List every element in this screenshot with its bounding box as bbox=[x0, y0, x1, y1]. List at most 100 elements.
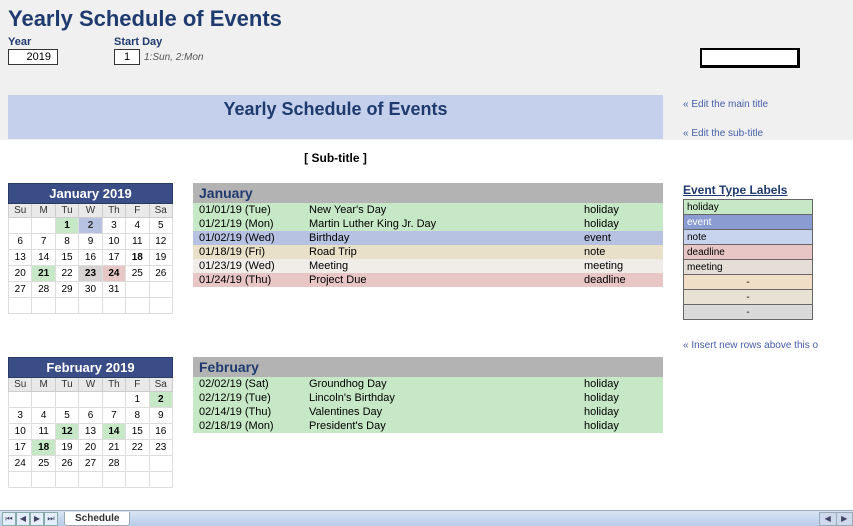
cal-day-cell[interactable]: 12 bbox=[149, 234, 172, 250]
cal-day-cell[interactable] bbox=[102, 392, 125, 408]
cal-day-cell[interactable]: 15 bbox=[55, 250, 78, 266]
cal-day-cell[interactable]: 18 bbox=[126, 250, 149, 266]
event-type-label[interactable]: - bbox=[684, 305, 813, 320]
year-input[interactable]: 2019 bbox=[8, 49, 58, 65]
cal-day-cell[interactable]: 13 bbox=[9, 250, 32, 266]
mini-calendar-february[interactable]: February 2019 SuMTuWThFSa 12345678910111… bbox=[8, 357, 173, 488]
cal-day-cell[interactable]: 22 bbox=[126, 440, 149, 456]
event-row[interactable]: 02/02/19 (Sat)Groundhog Dayholiday bbox=[193, 377, 663, 391]
cal-day-cell[interactable]: 13 bbox=[79, 424, 102, 440]
event-type-label[interactable]: holiday bbox=[684, 200, 813, 215]
cal-day-cell[interactable]: 25 bbox=[126, 266, 149, 282]
cal-day-cell[interactable]: 15 bbox=[126, 424, 149, 440]
cal-day-cell[interactable]: 2 bbox=[79, 218, 102, 234]
cal-day-cell[interactable]: 22 bbox=[55, 266, 78, 282]
cal-day-cell[interactable]: 3 bbox=[9, 408, 32, 424]
cal-day-cell[interactable]: 9 bbox=[149, 408, 172, 424]
cal-day-cell[interactable]: 17 bbox=[9, 440, 32, 456]
event-row[interactable]: 02/14/19 (Thu)Valentines Dayholiday bbox=[193, 405, 663, 419]
cal-day-cell[interactable]: 20 bbox=[79, 440, 102, 456]
cal-day-cell[interactable]: 23 bbox=[79, 266, 102, 282]
event-row[interactable]: 01/01/19 (Tue)New Year's Dayholiday bbox=[193, 203, 663, 217]
cal-day-cell[interactable]: 27 bbox=[9, 282, 32, 298]
cal-day-cell[interactable] bbox=[9, 218, 32, 234]
cal-day-cell[interactable] bbox=[149, 298, 172, 314]
startday-input[interactable]: 1 bbox=[114, 49, 140, 65]
cal-day-cell[interactable] bbox=[149, 456, 172, 472]
scroll-left-icon[interactable]: ◀ bbox=[820, 513, 836, 525]
cal-day-cell[interactable]: 14 bbox=[32, 250, 55, 266]
mini-calendar-january[interactable]: January 2019 SuMTuWThFSa 123456789101112… bbox=[8, 183, 173, 314]
event-type-label[interactable]: - bbox=[684, 275, 813, 290]
cal-day-cell[interactable] bbox=[149, 472, 172, 488]
selected-cell-box[interactable] bbox=[700, 48, 800, 68]
cal-day-cell[interactable] bbox=[126, 472, 149, 488]
cal-day-cell[interactable]: 2 bbox=[149, 392, 172, 408]
tab-first-icon[interactable]: ⏮ bbox=[2, 512, 16, 526]
cal-day-cell[interactable]: 11 bbox=[126, 234, 149, 250]
cal-day-cell[interactable]: 24 bbox=[102, 266, 125, 282]
cal-day-cell[interactable]: 10 bbox=[102, 234, 125, 250]
event-row[interactable]: 01/18/19 (Fri)Road Tripnote bbox=[193, 245, 663, 259]
cal-day-cell[interactable]: 31 bbox=[102, 282, 125, 298]
cal-day-cell[interactable]: 28 bbox=[102, 456, 125, 472]
cal-day-cell[interactable]: 6 bbox=[9, 234, 32, 250]
cal-day-cell[interactable] bbox=[126, 456, 149, 472]
event-type-labels-table[interactable]: holidayeventnotedeadlinemeeting--- bbox=[683, 199, 813, 320]
cal-day-cell[interactable] bbox=[102, 472, 125, 488]
cal-day-cell[interactable] bbox=[32, 218, 55, 234]
event-row[interactable]: 01/02/19 (Wed)Birthdayevent bbox=[193, 231, 663, 245]
event-row[interactable]: 02/18/19 (Mon)President's Dayholiday bbox=[193, 419, 663, 433]
cal-day-cell[interactable]: 29 bbox=[55, 282, 78, 298]
tab-next-icon[interactable]: ▶ bbox=[30, 512, 44, 526]
cal-day-cell[interactable]: 16 bbox=[149, 424, 172, 440]
cal-day-cell[interactable]: 9 bbox=[79, 234, 102, 250]
cal-day-cell[interactable] bbox=[9, 298, 32, 314]
cal-day-cell[interactable]: 12 bbox=[55, 424, 78, 440]
cal-day-cell[interactable]: 26 bbox=[55, 456, 78, 472]
cal-day-cell[interactable]: 1 bbox=[126, 392, 149, 408]
main-title-band[interactable]: Yearly Schedule of Events bbox=[8, 95, 663, 139]
event-type-label[interactable]: note bbox=[684, 230, 813, 245]
cal-day-cell[interactable]: 8 bbox=[126, 408, 149, 424]
cal-day-cell[interactable]: 3 bbox=[102, 218, 125, 234]
cal-day-cell[interactable]: 1 bbox=[55, 218, 78, 234]
cal-day-cell[interactable]: 19 bbox=[55, 440, 78, 456]
cal-day-cell[interactable] bbox=[9, 392, 32, 408]
event-type-label[interactable]: deadline bbox=[684, 245, 813, 260]
cal-day-cell[interactable]: 6 bbox=[79, 408, 102, 424]
cal-day-cell[interactable]: 19 bbox=[149, 250, 172, 266]
cal-day-cell[interactable] bbox=[102, 298, 125, 314]
events-table-february[interactable]: 02/02/19 (Sat)Groundhog Dayholiday02/12/… bbox=[193, 377, 663, 433]
cal-day-cell[interactable] bbox=[9, 472, 32, 488]
scroll-right-icon[interactable]: ▶ bbox=[836, 513, 853, 525]
cal-day-cell[interactable]: 27 bbox=[79, 456, 102, 472]
event-row[interactable]: 01/21/19 (Mon)Martin Luther King Jr. Day… bbox=[193, 217, 663, 231]
event-row[interactable]: 01/24/19 (Thu)Project Duedeadline bbox=[193, 273, 663, 287]
cal-day-cell[interactable]: 10 bbox=[9, 424, 32, 440]
cal-day-cell[interactable]: 14 bbox=[102, 424, 125, 440]
cal-day-cell[interactable] bbox=[79, 298, 102, 314]
tab-last-icon[interactable]: ⏭ bbox=[44, 512, 58, 526]
tab-prev-icon[interactable]: ◀ bbox=[16, 512, 30, 526]
cal-day-cell[interactable] bbox=[79, 392, 102, 408]
cal-day-cell[interactable]: 11 bbox=[32, 424, 55, 440]
event-type-label[interactable]: meeting bbox=[684, 260, 813, 275]
event-row[interactable]: 01/23/19 (Wed)Meetingmeeting bbox=[193, 259, 663, 273]
cal-day-cell[interactable]: 8 bbox=[55, 234, 78, 250]
cal-day-cell[interactable]: 7 bbox=[32, 234, 55, 250]
event-type-label[interactable]: - bbox=[684, 290, 813, 305]
cal-day-cell[interactable] bbox=[32, 472, 55, 488]
cal-day-cell[interactable] bbox=[32, 392, 55, 408]
cal-day-cell[interactable]: 28 bbox=[32, 282, 55, 298]
cal-day-cell[interactable]: 5 bbox=[149, 218, 172, 234]
cal-day-cell[interactable]: 24 bbox=[9, 456, 32, 472]
subtitle[interactable]: [ Sub-title ] bbox=[8, 139, 663, 173]
cal-day-cell[interactable] bbox=[32, 298, 55, 314]
cal-day-cell[interactable]: 4 bbox=[126, 218, 149, 234]
cal-day-cell[interactable] bbox=[126, 282, 149, 298]
cal-day-cell[interactable] bbox=[126, 298, 149, 314]
event-type-label[interactable]: event bbox=[684, 215, 813, 230]
cal-day-cell[interactable]: 21 bbox=[102, 440, 125, 456]
cal-day-cell[interactable]: 18 bbox=[32, 440, 55, 456]
